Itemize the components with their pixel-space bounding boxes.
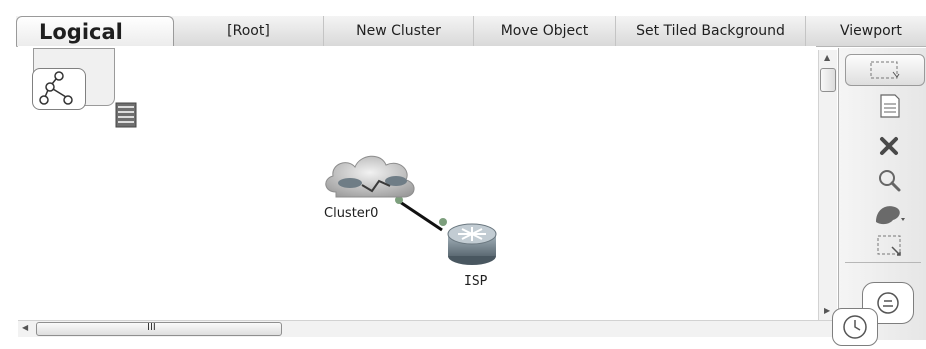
packet-tracer-workspace: Logical [Root] New Cluster Move Object S… [0,0,926,346]
horizontal-scroll-grip: III [147,322,156,333]
cable-link[interactable] [399,200,443,232]
root-button[interactable]: [Root] [174,16,324,46]
cluster-cloud-icon[interactable] [325,155,415,198]
device-label-isp: ISP [464,274,488,289]
vertical-scrollbar[interactable]: ▲ ▶ [818,50,837,322]
scroll-left-arrow-icon[interactable]: ◀ [22,324,28,332]
note-icon [880,94,900,118]
select-icon [870,61,900,79]
draw-shape-button[interactable] [869,200,909,228]
delete-button[interactable] [869,132,909,160]
realtime-mode-button[interactable] [832,308,878,346]
resize-icon [877,235,901,256]
topology-diagram [325,155,497,265]
horizontal-scrollbar[interactable]: ◀ III [18,320,836,337]
inspect-icon [879,170,901,192]
delete-icon [880,137,898,155]
stack-icon [115,102,137,128]
vertical-scroll-thumb[interactable] [820,68,836,92]
shape-icon [876,206,905,225]
tool-separator [845,262,921,263]
device-label-cluster0: Cluster0 [324,206,379,221]
logical-canvas[interactable]: Cluster0 ISP [18,46,816,318]
inspect-button[interactable] [869,166,909,194]
horizontal-scroll-thumb[interactable]: III [36,322,282,336]
resize-shape-button[interactable] [869,232,909,260]
logical-view-icon[interactable] [32,68,86,110]
scroll-right-arrow-icon[interactable]: ▶ [824,307,830,315]
link-status-dot [439,218,447,226]
router-icon[interactable] [447,223,497,265]
tab-logical[interactable]: Logical [16,16,174,46]
viewport-button[interactable]: Viewport [806,16,926,46]
network-tree-icon [39,71,73,105]
set-tiled-background-button[interactable]: Set Tiled Background [616,16,806,46]
move-object-button[interactable]: Move Object [474,16,616,46]
select-tool-button[interactable] [845,54,925,86]
place-note-button[interactable] [869,92,909,120]
workspace-toolbar: Logical [Root] New Cluster Move Object S… [16,16,926,47]
new-cluster-button[interactable]: New Cluster [324,16,474,46]
scroll-up-arrow-icon[interactable]: ▲ [824,54,830,62]
